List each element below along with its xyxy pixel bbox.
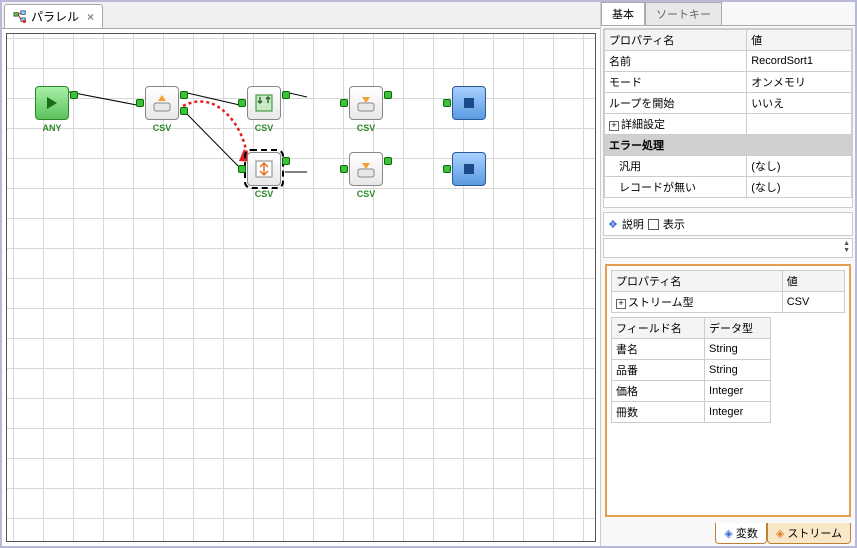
- property-row[interactable]: ループを開始いいえ: [605, 93, 852, 114]
- tab-sortkey[interactable]: ソートキー: [645, 2, 722, 25]
- stream-prop-table: プロパティ名値 +ストリーム型CSV: [611, 270, 845, 313]
- stop-icon: [462, 162, 476, 176]
- description-bar: ❖ 説明 表示: [603, 212, 853, 236]
- app-frame: パラレル × ANY: [0, 0, 857, 548]
- property-row[interactable]: モードオンメモリ: [605, 72, 852, 93]
- csv-down-icon: [356, 93, 376, 113]
- csv-input-node[interactable]: CSV: [349, 152, 383, 186]
- start-node[interactable]: ANY: [35, 86, 69, 120]
- left-pane: パラレル × ANY: [2, 2, 601, 546]
- field-table: フィールド名データ型 書名String品番String価格Integer冊数In…: [611, 317, 771, 423]
- field-row[interactable]: 冊数Integer: [612, 402, 771, 423]
- field-row[interactable]: 書名String: [612, 339, 771, 360]
- tab-variable[interactable]: ◈ 変数: [715, 523, 766, 544]
- description-text[interactable]: ▲▼: [603, 238, 853, 258]
- end-node[interactable]: [452, 86, 486, 120]
- expand-icon[interactable]: +: [609, 121, 619, 131]
- tab-stream[interactable]: ◈ ストリーム: [767, 523, 851, 544]
- canvas-grid: [7, 34, 595, 541]
- sort-icon: [254, 93, 274, 113]
- csv-down-icon: [356, 159, 376, 179]
- variable-icon: ◈: [724, 527, 732, 540]
- property-row[interactable]: エラー処理: [605, 135, 852, 156]
- field-row[interactable]: 品番String: [612, 360, 771, 381]
- col-field-name: フィールド名: [612, 318, 705, 339]
- tab-basic[interactable]: 基本: [601, 2, 645, 25]
- node-label: ANY: [42, 123, 61, 133]
- csv-sort-node[interactable]: CSV: [247, 86, 281, 120]
- property-table[interactable]: プロパティ名値 名前RecordSort1モードオンメモリループを開始いいえ+詳…: [604, 29, 852, 198]
- property-row[interactable]: 汎用(なし): [605, 156, 852, 177]
- canvas-tab-bar: パラレル ×: [2, 2, 600, 29]
- csv-input-node[interactable]: CSV: [349, 86, 383, 120]
- canvas-area[interactable]: ANY CSV CSV CSV CSV: [6, 33, 596, 542]
- play-icon: [44, 95, 60, 111]
- node-label: CSV: [357, 189, 376, 199]
- end-node[interactable]: [452, 152, 486, 186]
- flow-icon: [13, 10, 27, 24]
- node-label: CSV: [255, 189, 274, 199]
- col-prop-name: プロパティ名: [612, 271, 783, 292]
- node-label: CSV: [153, 123, 172, 133]
- close-icon[interactable]: ×: [87, 10, 94, 24]
- csv-up-icon: [152, 93, 172, 113]
- canvas-tab[interactable]: パラレル ×: [4, 4, 103, 28]
- stream-panel: プロパティ名値 +ストリーム型CSV フィールド名データ型 書名String品番…: [605, 264, 851, 517]
- canvas-tab-title: パラレル: [31, 8, 79, 25]
- csv-sort-node-selected[interactable]: CSV: [247, 152, 281, 186]
- sort-icon: [254, 159, 274, 179]
- bottom-tabs: ◈ 変数 ◈ ストリーム: [601, 523, 855, 546]
- property-panel: プロパティ名値 名前RecordSort1モードオンメモリループを開始いいえ+詳…: [601, 26, 855, 258]
- desc-label: 説明: [622, 216, 644, 232]
- desc-expand-icon[interactable]: ❖: [608, 218, 618, 231]
- field-row[interactable]: 価格Integer: [612, 381, 771, 402]
- show-label: 表示: [663, 216, 685, 232]
- csv-output-node[interactable]: CSV: [145, 86, 179, 120]
- property-row[interactable]: レコードが無い(なし): [605, 177, 852, 198]
- stop-icon: [462, 96, 476, 110]
- stream-icon: ◈: [776, 527, 784, 540]
- property-row[interactable]: 名前RecordSort1: [605, 51, 852, 72]
- expand-icon[interactable]: +: [616, 299, 626, 309]
- col-prop-name: プロパティ名: [605, 30, 747, 51]
- properties-pane: 基本 ソートキー プロパティ名値 名前RecordSort1モードオンメモリルー…: [601, 2, 855, 546]
- col-prop-value: 値: [782, 271, 844, 292]
- stream-type-row[interactable]: +ストリーム型CSV: [612, 292, 845, 313]
- node-label: CSV: [357, 123, 376, 133]
- show-checkbox[interactable]: [648, 219, 659, 230]
- spinner[interactable]: ▲▼: [843, 240, 850, 254]
- col-prop-value: 値: [747, 30, 852, 51]
- property-tabs: 基本 ソートキー: [601, 2, 855, 26]
- node-label: CSV: [255, 123, 274, 133]
- property-row[interactable]: +詳細設定: [605, 114, 852, 135]
- col-field-type: データ型: [705, 318, 771, 339]
